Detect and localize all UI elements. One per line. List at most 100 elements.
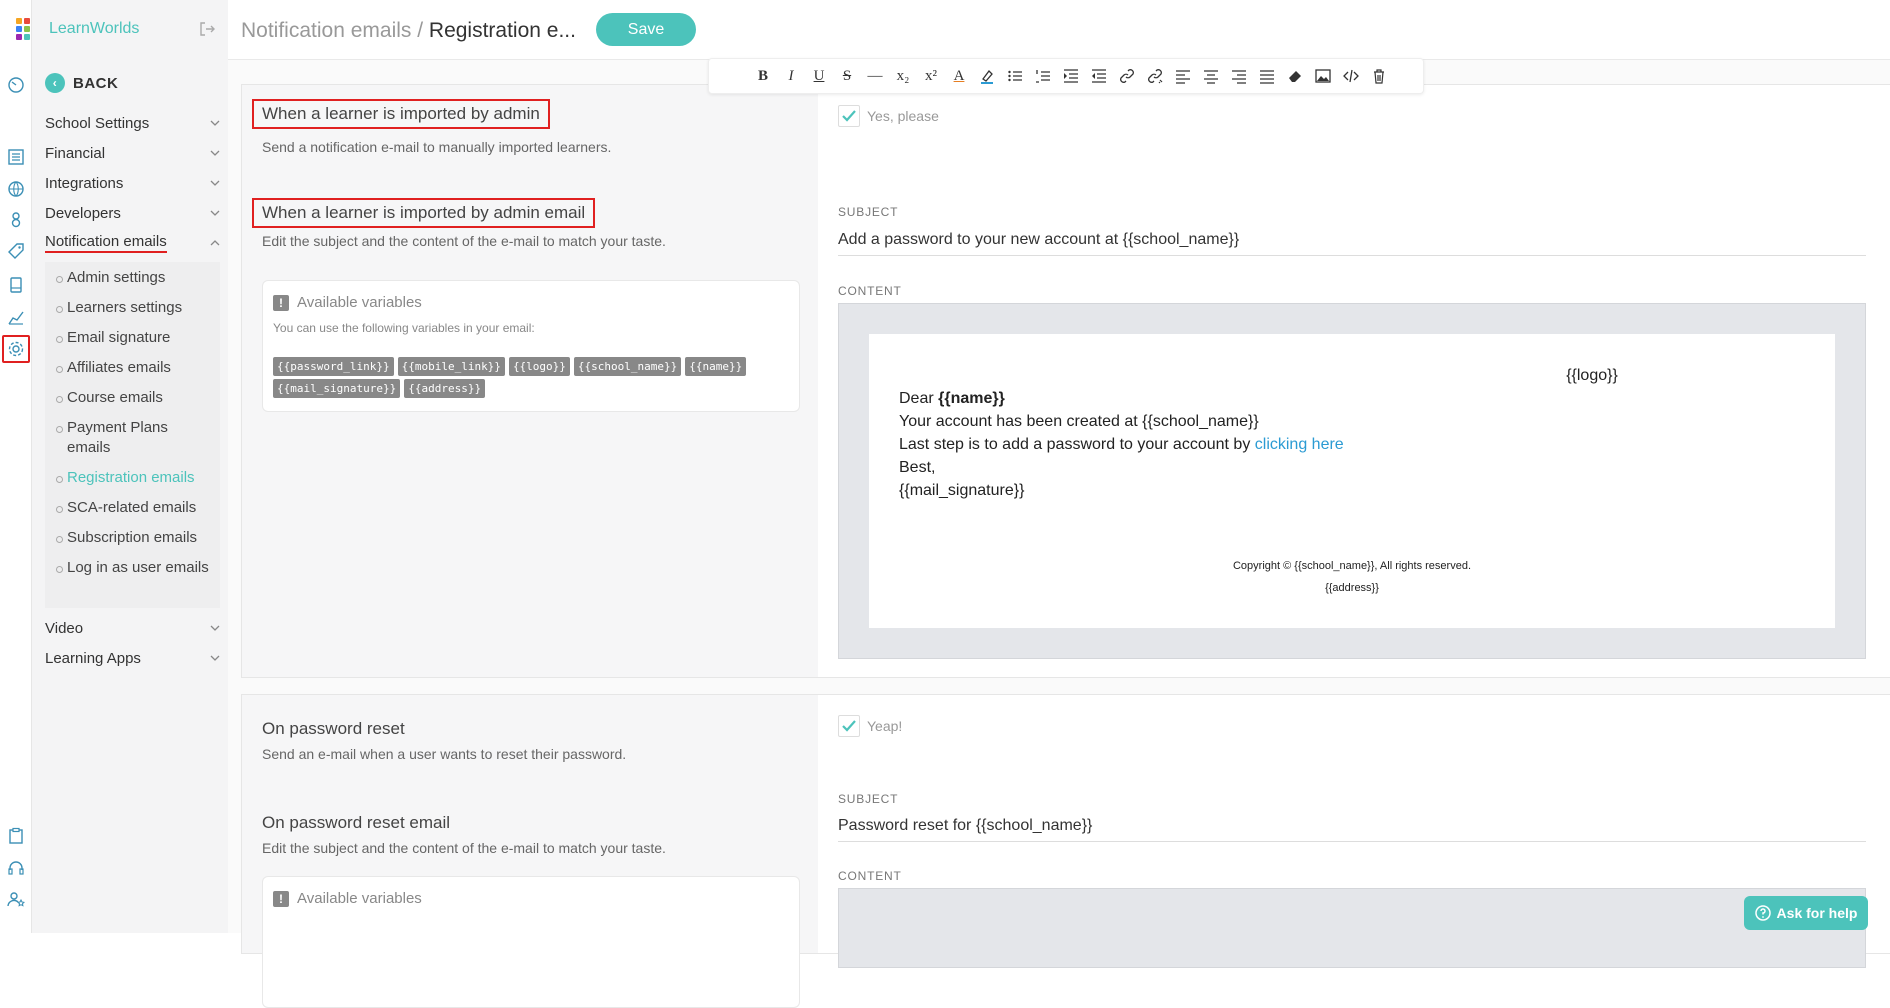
brand-name[interactable]: LearnWorlds [49, 20, 139, 38]
submenu-item-registration-emails[interactable]: Registration emails [56, 468, 212, 488]
align-justify-icon[interactable] [1253, 64, 1281, 88]
dashboard-icon[interactable] [7, 76, 25, 94]
email-content-editor[interactable]: {{logo}} Dear {{name}} Your account has … [838, 303, 1866, 659]
horizontal-rule-button[interactable]: — [861, 64, 889, 88]
outdent-icon[interactable] [1085, 64, 1113, 88]
globe-icon[interactable] [7, 180, 25, 198]
ask-for-help-button[interactable]: Ask for help [1744, 896, 1868, 930]
email-line-password: Last step is to add a password to your a… [899, 436, 1344, 453]
submenu-item-email-signature[interactable]: Email signature [56, 328, 212, 348]
align-left-icon[interactable] [1169, 64, 1197, 88]
trash-icon[interactable] [1365, 64, 1393, 88]
chevron-down-icon [210, 625, 220, 631]
notification-emails-submenu: Admin settings Learners settings Email s… [45, 262, 220, 608]
sidebar-item-label: Video [45, 619, 84, 637]
sidebar-item-integrations[interactable]: Integrations [45, 171, 220, 195]
bold-button[interactable]: B [749, 64, 777, 88]
tag-icon[interactable] [7, 242, 25, 260]
email-section-description: Edit the subject and the content of the … [262, 840, 666, 856]
exclamation-icon: ! [273, 294, 289, 311]
email-section-description: Edit the subject and the content of the … [262, 233, 666, 249]
chevron-down-icon [210, 150, 220, 156]
user-star-icon[interactable] [7, 890, 25, 908]
underline-button[interactable]: U [805, 64, 833, 88]
submenu-item-admin-settings[interactable]: Admin settings [56, 268, 212, 288]
analytics-icon[interactable] [7, 308, 25, 326]
submenu-item-sca-related-emails[interactable]: SCA-related emails [56, 498, 212, 518]
variables-header: ! Available variables [273, 294, 422, 311]
sidebar-item-financial[interactable]: Financial [45, 141, 220, 165]
logout-icon[interactable] [198, 20, 216, 38]
font-color-button[interactable]: A [945, 64, 973, 88]
enable-toggle[interactable]: Yes, please [838, 105, 939, 127]
main-content: When a learner is imported by admin Send… [228, 60, 1890, 1008]
chevron-up-icon [210, 240, 220, 246]
content-label: CONTENT [838, 284, 902, 298]
sidebar-item-learning-apps[interactable]: Learning Apps [45, 646, 220, 670]
enable-toggle[interactable]: Yeap! [838, 715, 902, 737]
mobile-icon[interactable] [7, 276, 25, 294]
breadcrumb: Notification emails / Registration e... [241, 19, 576, 43]
email-line-best: Best, [899, 459, 936, 476]
variable-chip[interactable]: {{address}} [404, 379, 486, 398]
submenu-item-course-emails[interactable]: Course emails [56, 388, 212, 408]
chevron-down-icon [210, 655, 220, 661]
support-headset-icon[interactable] [7, 859, 25, 877]
variable-chip[interactable]: {{logo}} [508, 357, 570, 376]
indent-icon[interactable] [1057, 64, 1085, 88]
variable-chip[interactable]: {{name}} [685, 357, 747, 376]
email-content-editor[interactable] [838, 888, 1866, 968]
save-button[interactable]: Save [596, 13, 696, 46]
variable-chip[interactable]: {{school_name}} [573, 357, 682, 376]
chevron-down-icon [210, 210, 220, 216]
bullet-list-icon[interactable] [1001, 64, 1029, 88]
email-preview[interactable]: {{logo}} Dear {{name}} Your account has … [869, 334, 1835, 628]
subject-input[interactable]: Password reset for {{school_name}} [838, 817, 1866, 842]
code-icon[interactable] [1337, 64, 1365, 88]
image-icon[interactable] [1309, 64, 1337, 88]
help-label: Ask for help [1776, 905, 1858, 921]
variable-chip[interactable]: {{mobile_link}} [397, 357, 505, 376]
sidebar-item-school-settings[interactable]: School Settings [45, 111, 220, 135]
italic-button[interactable]: I [777, 64, 805, 88]
variable-chip[interactable]: {{password_link}} [273, 357, 394, 376]
checkbox[interactable] [838, 715, 860, 737]
eraser-icon[interactable] [1281, 64, 1309, 88]
checkbox[interactable] [838, 105, 860, 127]
submenu-item-learners-settings[interactable]: Learners settings [56, 298, 212, 318]
submenu-item-payment-plans-emails[interactable]: Payment Plans emails [56, 418, 212, 458]
variable-chips: {{password_link}} {{mobile_link}} {{logo… [273, 357, 793, 398]
pages-icon[interactable] [7, 148, 25, 166]
password-reset-section: On password reset Send an e-mail when a … [241, 694, 1890, 1008]
settings-gear-icon[interactable] [2, 335, 30, 363]
users-icon[interactable] [7, 210, 25, 228]
submenu-item-subscription-emails[interactable]: Subscription emails [56, 528, 212, 548]
clicking-here-link[interactable]: clicking here [1255, 436, 1344, 453]
clipboard-icon[interactable] [7, 827, 25, 845]
subject-input[interactable]: Add a password to your new account at {{… [838, 231, 1866, 256]
submenu-item-affiliates-emails[interactable]: Affiliates emails [56, 358, 212, 378]
sidebar-item-label: Integrations [45, 174, 124, 192]
numbered-list-icon[interactable] [1029, 64, 1057, 88]
sidebar-item-notification-emails[interactable]: Notification emails [45, 231, 220, 255]
available-variables-card: ! Available variables [262, 876, 800, 1008]
back-button[interactable]: ‹ BACK [45, 73, 118, 93]
subscript-button[interactable]: x₂ [889, 64, 917, 88]
link-icon[interactable] [1113, 64, 1141, 88]
unlink-icon[interactable] [1141, 64, 1169, 88]
align-right-icon[interactable] [1225, 64, 1253, 88]
superscript-button[interactable]: x² [917, 64, 945, 88]
breadcrumb-parent[interactable]: Notification emails / [241, 19, 429, 42]
available-variables-card: ! Available variables You can use the fo… [262, 280, 800, 412]
sidebar-item-video[interactable]: Video [45, 616, 220, 640]
highlight-icon[interactable] [973, 64, 1001, 88]
back-label: BACK [73, 74, 119, 92]
sidebar-item-developers[interactable]: Developers [45, 201, 220, 225]
email-address: {{address}} [1325, 582, 1379, 594]
align-center-icon[interactable] [1197, 64, 1225, 88]
strikethrough-button[interactable]: S [833, 64, 861, 88]
email-line-created: Your account has been created at {{schoo… [899, 413, 1259, 430]
submenu-item-log-in-as-user-emails[interactable]: Log in as user emails [56, 558, 212, 578]
variable-chip[interactable]: {{mail_signature}} [273, 379, 401, 398]
email-section-title: When a learner is imported by admin emai… [252, 198, 596, 228]
